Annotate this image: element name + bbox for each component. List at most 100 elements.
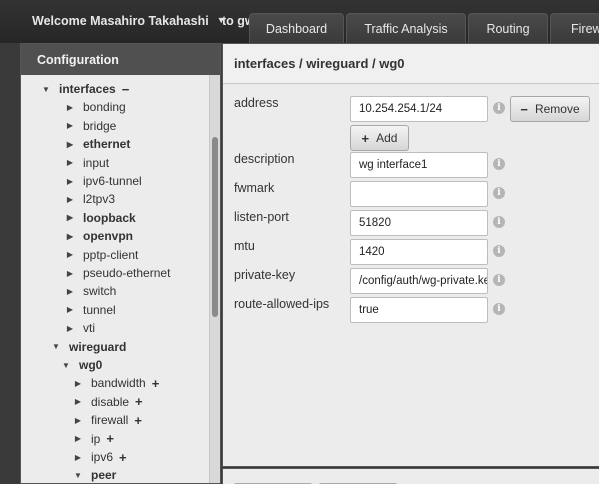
tree-item-label: bridge <box>83 118 117 133</box>
add-button[interactable]: + Add <box>350 125 409 151</box>
tree-item-label: vti <box>83 321 95 336</box>
tab-routing[interactable]: Routing <box>468 13 548 43</box>
triangle-right-icon[interactable]: ▶ <box>65 269 75 278</box>
tree-item-label: ipv6 <box>91 450 114 464</box>
plus-icon[interactable]: + <box>152 376 160 391</box>
tree-item-ethernet[interactable]: ▶ ethernet <box>65 135 130 153</box>
sidebar-title: Configuration <box>21 44 220 75</box>
tree-item-label: pptp-client <box>83 247 139 262</box>
plus-icon[interactable]: + <box>106 431 114 446</box>
triangle-right-icon[interactable]: ▶ <box>65 140 75 149</box>
tree-item-ipv6[interactable]: ▶ ipv6 + <box>73 448 127 466</box>
config-tree: ▼ interfaces − ▶ bonding ▶ bridge ▶ ethernet ▶ inp… <box>21 75 209 483</box>
tree-item-label: disable <box>91 394 130 409</box>
tree-item-label: ethernet <box>83 137 131 152</box>
triangle-down-icon[interactable]: ▼ <box>41 85 51 94</box>
info-icon[interactable]: i <box>493 102 505 114</box>
triangle-right-icon[interactable]: ▶ <box>65 232 75 241</box>
remove-button[interactable]: − Remove <box>510 96 590 122</box>
sidebar-scrollbar[interactable] <box>209 75 220 483</box>
tree-item-vti[interactable]: ▶ vti <box>65 319 95 337</box>
tree-item-label: ipv6-tunnel <box>83 174 142 188</box>
tree-item-l2tpv3[interactable]: ▶ l2tpv3 <box>65 190 115 208</box>
triangle-down-icon[interactable]: ▼ <box>61 361 71 370</box>
triangle-right-icon[interactable]: ▶ <box>65 287 75 296</box>
welcome-text: Welcome Masahiro Takahashi <box>32 14 209 28</box>
user-menu[interactable]: Welcome Masahiro Takahashi ▼ to gw <box>32 14 255 28</box>
triangle-right-icon[interactable]: ▶ <box>65 250 75 259</box>
triangle-right-icon[interactable]: ▶ <box>65 121 75 130</box>
tree-item-label: ip <box>91 431 101 446</box>
tree-item-bandwidth[interactable]: ▶ bandwidth + <box>73 374 159 392</box>
tab-firewall[interactable]: Firew <box>550 13 599 43</box>
info-icon[interactable]: i <box>493 274 505 286</box>
tree-item-wg0[interactable]: ▼ wg0 <box>61 356 102 374</box>
tree-item-label: bandwidth <box>91 376 146 391</box>
tree-item-loopback[interactable]: ▶ loopback <box>65 209 136 227</box>
triangle-right-icon[interactable]: ▶ <box>73 453 83 462</box>
info-icon[interactable]: i <box>493 245 505 257</box>
triangle-right-icon[interactable]: ▶ <box>73 434 83 443</box>
tree-item-firewall[interactable]: ▶ firewall + <box>73 411 142 429</box>
field-label-fwmark: fwmark <box>234 181 275 195</box>
field-label-route-allowed-ips: route-allowed-ips <box>234 297 330 311</box>
tree-item-pptp-client[interactable]: ▶ pptp-client <box>65 246 138 264</box>
tree-item-peer[interactable]: ▼ peer <box>73 466 116 483</box>
triangle-down-icon[interactable]: ▼ <box>73 471 83 480</box>
triangle-right-icon[interactable]: ▶ <box>65 158 75 167</box>
address-input[interactable]: 10.254.254.1/24 <box>350 96 488 122</box>
private-key-input[interactable]: /config/auth/wg-private.ke <box>350 268 488 294</box>
plus-icon: + <box>361 130 370 146</box>
triangle-right-icon[interactable]: ▶ <box>73 416 83 425</box>
tree-item-disable[interactable]: ▶ disable + <box>73 393 143 411</box>
tree-item-wireguard[interactable]: ▼ wireguard <box>51 338 126 356</box>
tree-item-pseudo-ethernet[interactable]: ▶ pseudo-ethernet <box>65 264 170 282</box>
plus-icon[interactable]: + <box>135 394 143 409</box>
plus-icon[interactable]: + <box>134 413 142 428</box>
tree-item-label: wg0 <box>79 358 103 372</box>
tree-item-label: pseudo-ethernet <box>83 266 171 280</box>
tree-item-openvpn[interactable]: ▶ openvpn <box>65 227 133 245</box>
fwmark-input[interactable] <box>350 181 488 207</box>
listen-port-input[interactable]: 51820 <box>350 210 488 236</box>
remove-label: Remove <box>534 102 580 116</box>
info-icon[interactable]: i <box>493 187 505 199</box>
tree-item-label: firewall <box>91 413 129 428</box>
triangle-right-icon[interactable]: ▶ <box>73 397 83 406</box>
triangle-right-icon[interactable]: ▶ <box>65 195 75 204</box>
tree-item-ipv6-tunnel[interactable]: ▶ ipv6-tunnel <box>65 172 142 190</box>
tree-item-bonding[interactable]: ▶ bonding <box>65 98 126 116</box>
tree-item-tunnel[interactable]: ▶ tunnel <box>65 301 116 319</box>
triangle-right-icon[interactable]: ▶ <box>65 324 75 333</box>
plus-icon[interactable]: + <box>119 450 127 465</box>
info-icon[interactable]: i <box>493 303 505 315</box>
triangle-right-icon[interactable]: ▶ <box>73 379 83 388</box>
scrollbar-thumb[interactable] <box>212 137 218 317</box>
tree-item-ip[interactable]: ▶ ip + <box>73 430 114 448</box>
tree-item-input[interactable]: ▶ input <box>65 154 109 172</box>
field-label-description: description <box>234 152 295 166</box>
triangle-right-icon[interactable]: ▶ <box>65 103 75 112</box>
triangle-right-icon[interactable]: ▶ <box>65 305 75 314</box>
tree-item-interfaces[interactable]: ▼ interfaces − <box>41 80 129 98</box>
field-label-private-key: private-key <box>234 268 296 282</box>
minus-icon[interactable]: − <box>122 82 130 97</box>
tab-traffic-analysis[interactable]: Traffic Analysis <box>346 13 466 43</box>
tree-item-switch[interactable]: ▶ switch <box>65 282 116 300</box>
tree-item-label: switch <box>83 284 117 299</box>
tree-item-label: wireguard <box>69 339 127 354</box>
triangle-down-icon[interactable]: ▼ <box>51 342 61 351</box>
tree-item-bridge[interactable]: ▶ bridge <box>65 117 116 135</box>
config-sidebar: Configuration ▼ interfaces − ▶ bonding ▶ bridg… <box>20 43 221 484</box>
info-icon[interactable]: i <box>493 158 505 170</box>
bottom-panel <box>222 468 599 484</box>
triangle-right-icon[interactable]: ▶ <box>65 177 75 186</box>
route-allowed-ips-input[interactable]: true <box>350 297 488 323</box>
description-input[interactable]: wg interface1 <box>350 152 488 178</box>
info-icon[interactable]: i <box>493 216 505 228</box>
tree-item-label: l2tpv3 <box>83 192 116 207</box>
triangle-right-icon[interactable]: ▶ <box>65 213 75 222</box>
tab-dashboard[interactable]: Dashboard <box>249 13 344 43</box>
mtu-input[interactable]: 1420 <box>350 239 488 265</box>
top-bar: Welcome Masahiro Takahashi ▼ to gw Dashbo… <box>0 0 599 43</box>
